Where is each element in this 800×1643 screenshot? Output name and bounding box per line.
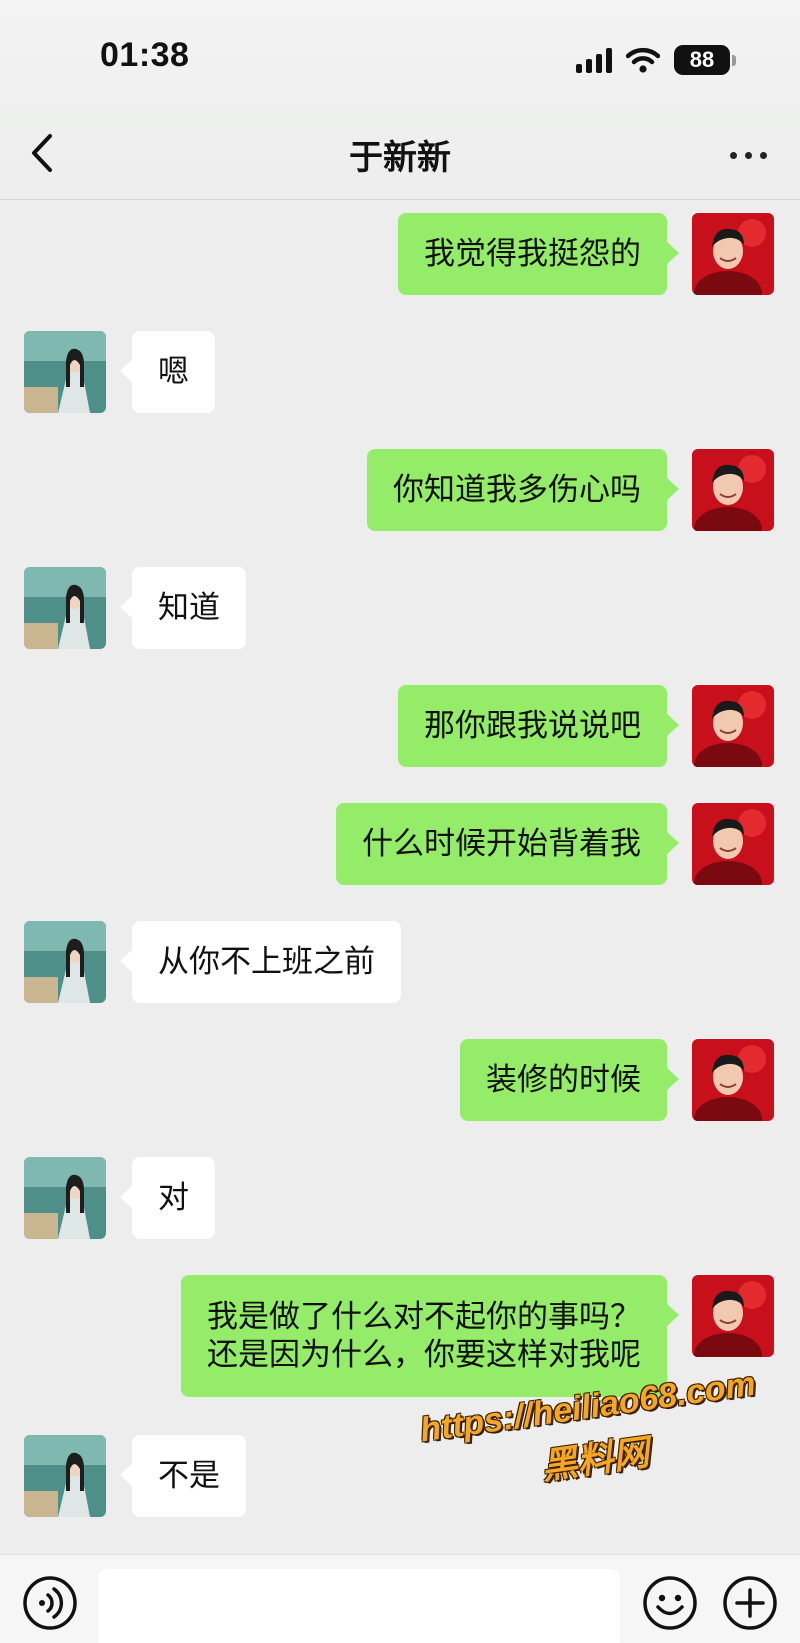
my-avatar[interactable] (692, 449, 774, 531)
message-input[interactable] (98, 1569, 620, 1643)
my-message-bubble[interactable]: 什么时候开始背着我 (336, 803, 679, 885)
contact-message-bubble[interactable]: 对 (120, 1157, 215, 1239)
my-message-bubble[interactable]: 我是做了什么对不起你的事吗？ 还是因为什么，你要这样对我呢 (181, 1275, 679, 1397)
emoji-icon[interactable] (642, 1575, 698, 1631)
my-avatar[interactable] (692, 1039, 774, 1121)
contact-avatar[interactable] (24, 331, 106, 413)
contact-avatar[interactable] (24, 1157, 106, 1239)
contact-message-bubble[interactable]: 知道 (120, 567, 246, 649)
voice-icon[interactable] (22, 1575, 78, 1631)
plus-icon[interactable] (722, 1575, 778, 1631)
contact-message-bubble[interactable]: 从你不上班之前 (120, 921, 401, 1003)
my-avatar[interactable] (692, 213, 774, 295)
my-avatar[interactable] (692, 685, 774, 767)
my-avatar[interactable] (692, 803, 774, 885)
input-bar (0, 1554, 800, 1643)
contact-avatar[interactable] (24, 1435, 106, 1517)
contact-message-bubble[interactable]: 不是 (120, 1435, 246, 1517)
my-avatar[interactable] (692, 1275, 774, 1357)
my-message-bubble[interactable]: 你知道我多伤心吗 (367, 449, 679, 531)
my-message-bubble[interactable]: 那你跟我说说吧 (398, 685, 679, 767)
my-message-bubble[interactable]: 我觉得我挺怨的 (398, 213, 679, 295)
contact-message-bubble[interactable]: 嗯 (120, 331, 215, 413)
contact-avatar[interactable] (24, 567, 106, 649)
contact-avatar[interactable] (24, 921, 106, 1003)
my-message-bubble[interactable]: 装修的时候 (460, 1039, 679, 1121)
